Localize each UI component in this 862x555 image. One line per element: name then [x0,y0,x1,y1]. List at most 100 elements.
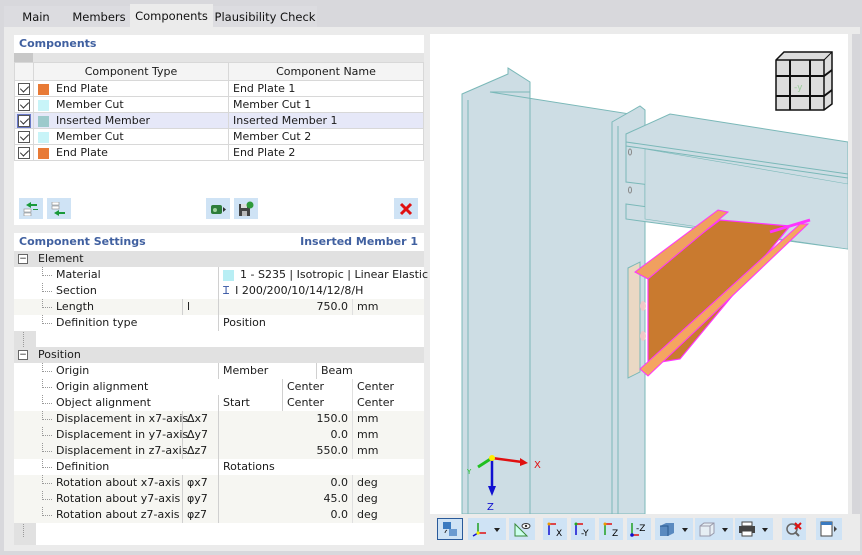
property-row[interactable]: Rotation about x7-axis φx7 0.0 deg [14,475,424,491]
view-x-button[interactable]: X [543,518,567,540]
property-value[interactable]: 150.0 [218,411,352,427]
property-unit: deg [352,491,424,507]
3d-viewport[interactable]: -y X Z Y [430,34,849,515]
tab-main[interactable]: Main [4,6,68,28]
material-color-swatch [223,269,234,281]
column-header-type[interactable]: Component Type [33,62,229,81]
3d-model-canvas[interactable]: -y X Z Y [430,34,849,515]
object-alignment-value[interactable]: Start [218,395,282,411]
row-checkbox-cell[interactable] [14,80,34,97]
row-checkbox-cell[interactable] [14,144,34,161]
component-row[interactable]: Inserted Member Inserted Member 1 [14,112,424,129]
view-settings-button[interactable] [437,518,463,540]
delete-button[interactable] [394,198,418,219]
measure-icon [514,522,531,537]
settings-tree: − Element Material 1 - S235 | Isotropic | L… [14,251,428,545]
axes-dropdown-button[interactable] [468,518,506,540]
origin-value[interactable]: Member [218,363,316,379]
view-neg-z-button[interactable]: -Z [627,518,651,540]
origin-value-2[interactable]: Beam [316,363,424,379]
property-symbol: Δy7 [182,427,218,443]
reset-selection-button[interactable] [782,518,806,540]
property-value[interactable]: 45.0 [218,491,352,507]
property-value[interactable]: Position [218,315,424,331]
component-row[interactable]: Member Cut Member Cut 1 [14,96,424,113]
component-type-cell[interactable]: Member Cut [33,96,229,113]
component-name-cell[interactable]: End Plate 2 [228,144,424,161]
component-type-cell[interactable]: Inserted Member [33,112,229,129]
row-checkbox[interactable] [18,99,30,111]
row-checkbox-cell[interactable] [14,112,34,129]
component-name: Member Cut 1 [233,98,312,111]
row-checkbox-cell[interactable] [14,128,34,145]
property-row[interactable]: Section Ɪ I 200/200/10/14/12/8/H [14,283,424,299]
component-name-cell[interactable]: Member Cut 2 [228,128,424,145]
property-row[interactable]: Rotation about y7-axis φy7 45.0 deg [14,491,424,507]
row-checkbox[interactable] [17,114,31,128]
origin-alignment-value-3[interactable]: Center [352,379,424,395]
material-value: 1 - S235 | Isotropic | Linear Elastic [240,268,429,281]
viewport-scrollbar[interactable] [852,34,860,514]
property-row[interactable]: Definition type Position [14,315,424,331]
component-name-cell[interactable]: End Plate 1 [228,80,424,97]
tab-components[interactable]: Components [130,4,213,28]
move-up-button[interactable] [19,198,43,219]
property-value[interactable]: 750.0 [218,299,352,315]
component-name-cell[interactable]: Member Cut 1 [228,96,424,113]
move-down-button[interactable] [47,198,71,219]
render-solid-dropdown[interactable] [655,518,693,540]
property-row-object-alignment[interactable]: Object alignment Start Center Center [14,395,424,411]
group-position[interactable]: − Position [14,347,424,363]
component-type-cell[interactable]: End Plate [33,144,229,161]
property-value[interactable]: 0.0 [218,427,352,443]
axes-icon [472,523,500,537]
collapse-icon[interactable]: − [18,254,28,264]
property-value[interactable]: 550.0 [218,443,352,459]
row-checkbox[interactable] [18,83,30,95]
property-label: Rotation about x7-axis [56,476,181,489]
property-value[interactable]: 0.0 [218,507,352,523]
panel-toggle-button[interactable] [816,518,842,540]
property-row-origin-alignment[interactable]: Origin alignment Center Center [14,379,424,395]
property-symbol: Δx7 [182,411,218,427]
property-unit: mm [352,411,424,427]
view-neg-y-button[interactable]: -Y [571,518,595,540]
view-z-button[interactable]: Z [599,518,623,540]
object-alignment-value-2[interactable]: Center [282,395,352,411]
render-transparent-dropdown[interactable] [695,518,733,540]
origin-alignment-value-2[interactable]: Center [282,379,352,395]
property-row[interactable]: Definition Rotations [14,459,424,475]
save-button[interactable] [234,198,258,219]
component-row[interactable]: Member Cut Member Cut 2 [14,128,424,145]
tab-plausibility-check[interactable]: Plausibility Check [213,6,317,28]
property-row[interactable]: Material 1 - S235 | Isotropic | Linear El… [14,267,428,283]
row-checkbox[interactable] [18,131,30,143]
collapse-icon[interactable]: − [18,350,28,360]
property-row[interactable]: Length l 750.0 mm [14,299,424,315]
property-value[interactable]: Ɪ I 200/200/10/14/12/8/H [218,283,424,299]
measure-button[interactable] [509,518,535,540]
property-value[interactable]: 0.0 [218,475,352,491]
component-type-cell[interactable]: Member Cut [33,128,229,145]
property-row-origin[interactable]: Origin Member Beam [14,363,424,379]
property-row[interactable]: Displacement in z7-axis Δz7 550.0 mm [14,443,424,459]
group-element[interactable]: − Element [14,251,424,267]
property-label: Definition type [56,316,138,329]
row-checkbox[interactable] [18,147,30,159]
settings-selected-component: Inserted Member 1 [300,235,418,248]
column-header-name[interactable]: Component Name [228,62,424,81]
tab-members[interactable]: Members [68,6,130,28]
print-dropdown[interactable] [735,518,773,540]
component-type-cell[interactable]: End Plate [33,80,229,97]
property-row[interactable]: Displacement in x7-axis Δx7 150.0 mm [14,411,424,427]
component-row[interactable]: End Plate End Plate 2 [14,144,424,161]
import-button[interactable] [206,198,230,219]
row-checkbox-cell[interactable] [14,96,34,113]
property-row[interactable]: Rotation about z7-axis φz7 0.0 deg [14,507,424,523]
property-value[interactable]: 1 - S235 | Isotropic | Linear Elastic [218,267,428,283]
property-row[interactable]: Displacement in y7-axis Δy7 0.0 mm [14,427,424,443]
component-name-cell[interactable]: Inserted Member 1 [228,112,424,129]
object-alignment-value-3[interactable]: Center [352,395,424,411]
component-row[interactable]: End Plate End Plate 1 [14,80,424,97]
property-value[interactable]: Rotations [218,459,424,475]
